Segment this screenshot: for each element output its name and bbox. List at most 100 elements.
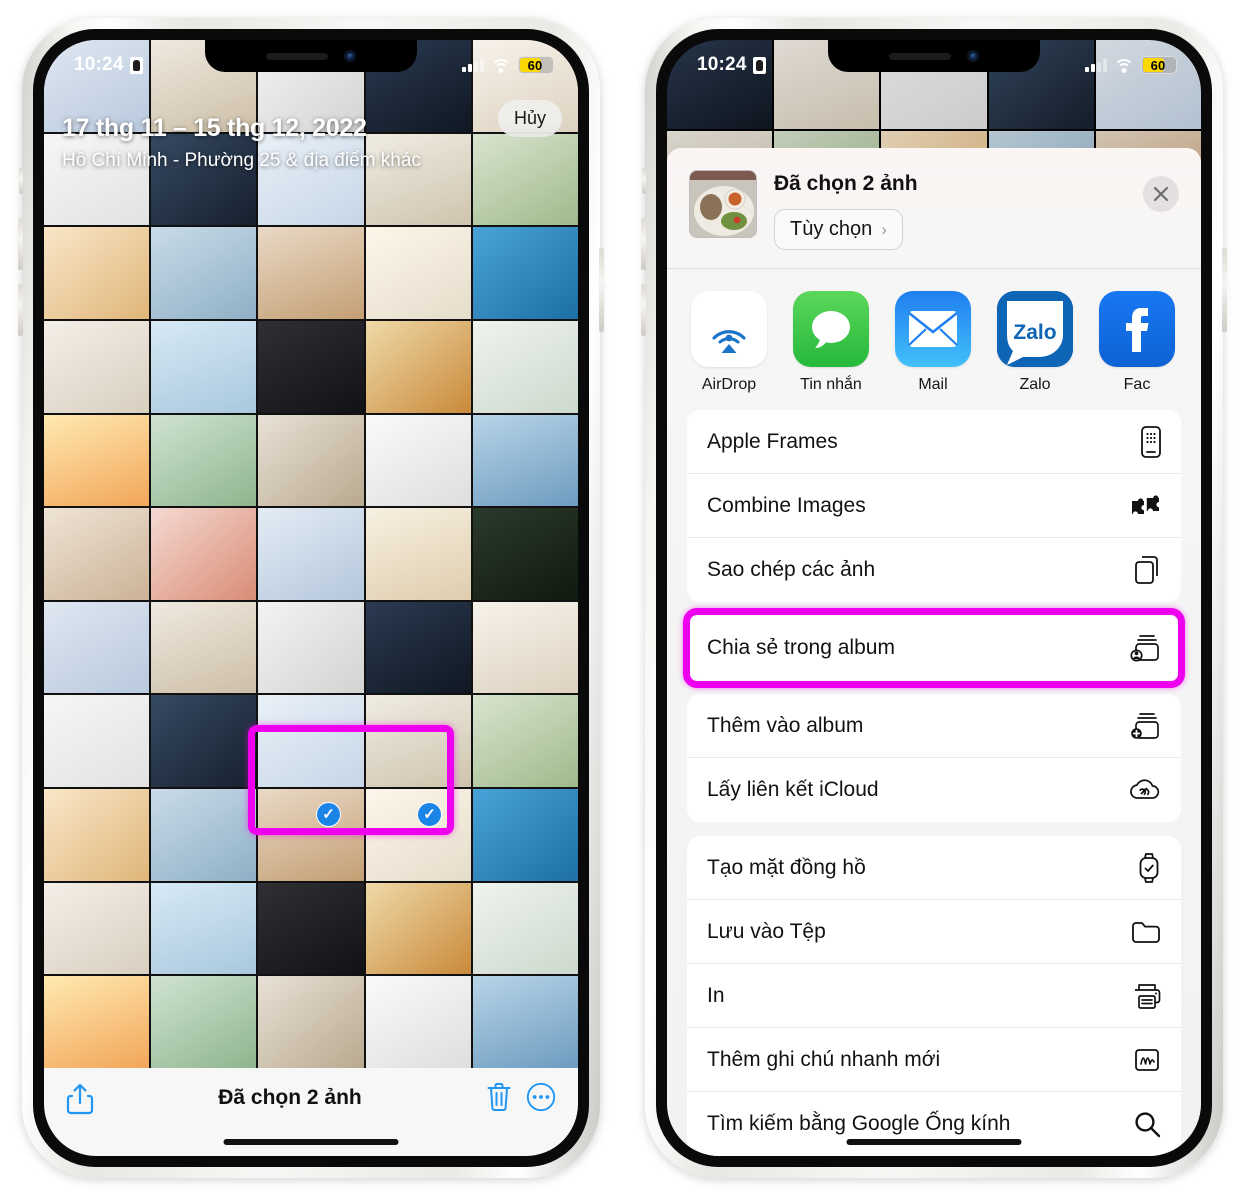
- share-apps-row[interactable]: AirDrop Tin nhắn Mail Zalo Zalo Fac: [667, 269, 1201, 410]
- photo-check-1[interactable]: ✓: [316, 802, 341, 827]
- shared-album-icon: [1127, 633, 1161, 663]
- action-combine-images[interactable]: Combine Images: [687, 474, 1181, 538]
- action-save-to-files[interactable]: Lưu vào Tệp: [687, 900, 1181, 964]
- photo-thumbnail[interactable]: [44, 133, 150, 226]
- photo-thumbnail[interactable]: [44, 508, 150, 600]
- action-label: Chia sẻ trong album: [707, 636, 895, 659]
- share-app-zalo[interactable]: Zalo Zalo: [997, 291, 1073, 394]
- action-label: Tìm kiếm bằng Google Ống kính: [707, 1112, 1011, 1135]
- action-share-in-album[interactable]: Chia sẻ trong album: [687, 616, 1181, 680]
- volume-down-button[interactable]: [18, 284, 23, 336]
- photo-thumbnail[interactable]: [44, 227, 150, 319]
- photo-check-2[interactable]: ✓: [417, 802, 442, 827]
- photo-thumbnail[interactable]: [365, 414, 471, 507]
- share-upload-icon[interactable]: [66, 1082, 94, 1116]
- photo-thumbnail[interactable]: [472, 508, 578, 600]
- photo-thumbnail[interactable]: [151, 882, 257, 975]
- photo-thumbnail[interactable]: [258, 601, 364, 694]
- photo-thumbnail[interactable]: [472, 133, 578, 226]
- photo-thumbnail[interactable]: [151, 789, 257, 881]
- photo-thumbnail[interactable]: [365, 976, 471, 1068]
- home-indicator[interactable]: [846, 1139, 1022, 1145]
- share-app-airdrop[interactable]: AirDrop: [691, 291, 767, 394]
- photo-thumbnail[interactable]: [365, 227, 471, 319]
- photo-thumbnail[interactable]: [151, 508, 257, 600]
- home-indicator[interactable]: [223, 1139, 399, 1145]
- volume-up-button[interactable]: [18, 218, 23, 270]
- action-quick-note[interactable]: Thêm ghi chú nhanh mới: [687, 1028, 1181, 1092]
- photo-thumbnail[interactable]: [151, 320, 257, 413]
- photos-app: [44, 40, 578, 1156]
- app-label: AirDrop: [701, 376, 757, 393]
- battery-icon: 60: [1141, 56, 1177, 74]
- photo-thumbnail[interactable]: [44, 695, 150, 788]
- photo-thumbnail[interactable]: [44, 320, 150, 413]
- photo-thumbnail[interactable]: [258, 414, 364, 507]
- quick-note-icon: [1127, 1047, 1161, 1073]
- photo-thumbnail[interactable]: [472, 601, 578, 694]
- photo-thumbnail: [689, 170, 757, 238]
- volume-up-button[interactable]: [641, 218, 646, 270]
- photo-thumbnail[interactable]: [151, 695, 257, 788]
- photo-thumbnail[interactable]: [151, 414, 257, 507]
- photo-thumbnail[interactable]: [365, 882, 471, 975]
- action-copy-photos[interactable]: Sao chép các ảnh: [687, 538, 1181, 602]
- volume-down-button[interactable]: [641, 284, 646, 336]
- share-app-messages[interactable]: Tin nhắn: [793, 291, 869, 394]
- photo-thumbnail[interactable]: [151, 976, 257, 1068]
- photo-thumbnail[interactable]: [44, 789, 150, 881]
- watch-face-icon: [1127, 852, 1161, 884]
- photo-thumbnail[interactable]: [472, 695, 578, 788]
- photo-thumbnail[interactable]: [365, 508, 471, 600]
- photo-thumbnail[interactable]: [258, 882, 364, 975]
- photo-thumbnail[interactable]: [258, 976, 364, 1068]
- photo-thumbnail[interactable]: [44, 601, 150, 694]
- trash-icon[interactable]: [486, 1082, 512, 1112]
- photo-thumbnail[interactable]: [472, 789, 578, 881]
- photo-thumbnail[interactable]: [365, 601, 471, 694]
- photo-thumbnail[interactable]: [44, 976, 150, 1068]
- action-label: Tạo mặt đồng hồ: [707, 855, 866, 879]
- printer-icon: [1127, 982, 1161, 1010]
- action-apple-frames[interactable]: Apple Frames: [687, 410, 1181, 474]
- photo-thumbnail[interactable]: [151, 227, 257, 319]
- photo-thumbnail[interactable]: [258, 320, 364, 413]
- action-add-to-album[interactable]: Thêm vào album: [687, 694, 1181, 758]
- action-print[interactable]: In: [687, 964, 1181, 1028]
- photo-thumbnail[interactable]: [258, 508, 364, 600]
- photo-thumbnail[interactable]: [472, 320, 578, 413]
- options-button[interactable]: Tùy chọn ›: [774, 209, 903, 250]
- photo-thumbnail[interactable]: [44, 882, 150, 975]
- photo-thumbnail[interactable]: [365, 320, 471, 413]
- selection-count-label: Đã chọn 2 ảnh: [218, 1086, 362, 1109]
- mute-switch[interactable]: [19, 168, 23, 194]
- photo-thumbnail[interactable]: [472, 227, 578, 319]
- photo-thumbnail[interactable]: [472, 976, 578, 1068]
- more-ellipsis-icon[interactable]: [526, 1082, 556, 1112]
- photo-thumbnail[interactable]: [258, 133, 364, 226]
- action-label: Thêm vào album: [707, 713, 864, 737]
- iphone-frame-icon: [1127, 425, 1161, 458]
- photo-thumbnail[interactable]: [151, 601, 257, 694]
- share-app-facebook[interactable]: Fac: [1099, 291, 1175, 394]
- power-button[interactable]: [1222, 248, 1227, 332]
- cellular-bars-icon: [462, 58, 484, 72]
- action-create-watch-face[interactable]: Tạo mặt đồng hồ: [687, 836, 1181, 900]
- action-google-lens-search[interactable]: Tìm kiếm bằng Google Ống kính: [687, 1092, 1181, 1156]
- power-button[interactable]: [599, 248, 604, 332]
- icloud-link-icon: [1127, 777, 1161, 803]
- folder-icon: [1127, 920, 1161, 944]
- close-x-icon[interactable]: [1143, 176, 1179, 212]
- photo-thumbnail[interactable]: [472, 882, 578, 975]
- photo-thumbnail[interactable]: [258, 227, 364, 319]
- photo-grid[interactable]: [44, 40, 578, 1068]
- mute-switch[interactable]: [642, 168, 646, 194]
- share-app-mail[interactable]: Mail: [895, 291, 971, 394]
- photo-thumbnail[interactable]: [365, 133, 471, 226]
- photo-thumbnail[interactable]: [472, 414, 578, 507]
- action-icloud-link[interactable]: Lấy liên kết iCloud: [687, 758, 1181, 822]
- cancel-button[interactable]: Hủy: [497, 100, 562, 137]
- screenshot-stage: ✓ ✓ 17 thg 11 – 15 thg 12, 2022 Hồ Chí M…: [0, 0, 1236, 1200]
- photo-thumbnail[interactable]: [151, 133, 257, 226]
- photo-thumbnail[interactable]: [44, 414, 150, 507]
